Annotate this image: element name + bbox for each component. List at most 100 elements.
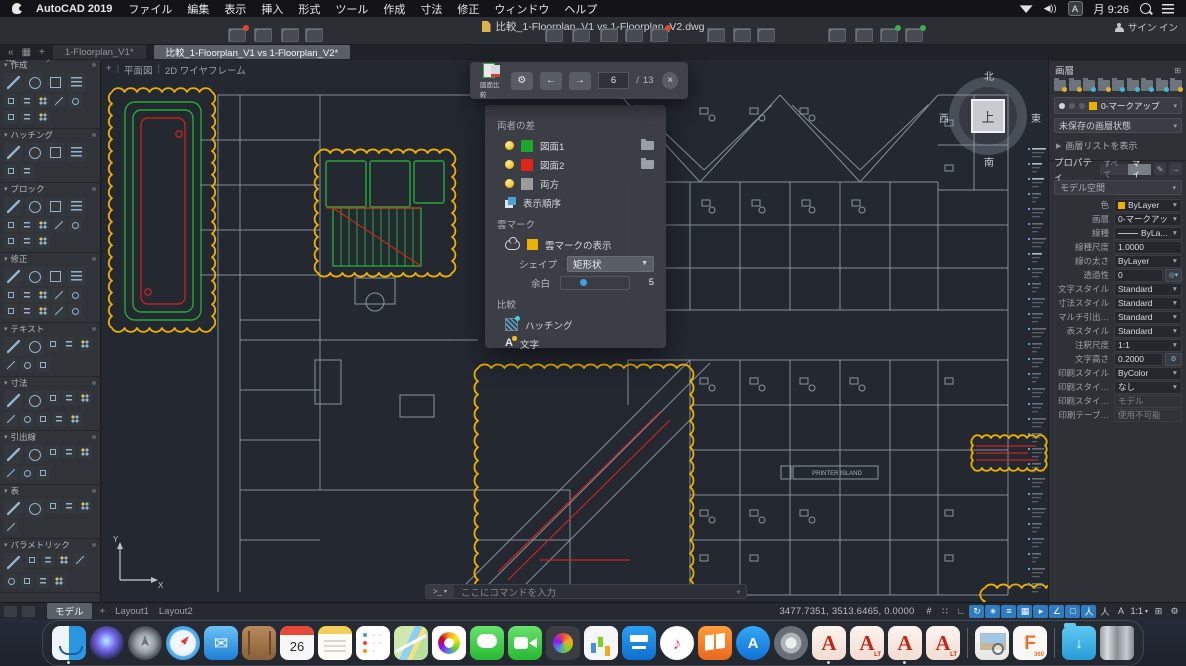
snap-mode-icon[interactable]: ∷ xyxy=(937,605,952,618)
tool-icon[interactable] xyxy=(4,553,23,572)
menu-clock[interactable]: 月 9:26 xyxy=(1094,1,1129,17)
dock-itunes[interactable]: ♪ xyxy=(660,626,694,660)
collapse-tabs-icon[interactable]: « xyxy=(8,47,14,58)
dock-finder[interactable] xyxy=(52,626,86,660)
snap-tracking-icon[interactable]: ≡ xyxy=(1001,605,1016,618)
layout2-tab[interactable]: Layout2 xyxy=(159,606,193,617)
tool-icon[interactable] xyxy=(73,553,87,567)
dock-system-preferences[interactable] xyxy=(774,626,808,660)
tool-icon[interactable] xyxy=(20,466,34,480)
viewcube-east[interactable]: 東 xyxy=(1031,110,1041,125)
dock-maps[interactable] xyxy=(394,626,428,660)
tool-icon[interactable] xyxy=(46,267,65,286)
tool-icon[interactable] xyxy=(46,73,65,92)
property-value-field[interactable]: なし▼ xyxy=(1114,381,1182,394)
annotation-scale-icon[interactable]: A xyxy=(1113,605,1128,618)
layer-tool-icon-0[interactable] xyxy=(1054,80,1066,91)
tool-icon[interactable] xyxy=(52,304,66,318)
layer-tool-icon-8[interactable] xyxy=(1170,80,1182,91)
tool-icon[interactable] xyxy=(46,337,60,351)
dock-calendar[interactable]: 26 xyxy=(280,626,314,660)
space-dropdown[interactable]: モデル空間 ▾ xyxy=(1054,180,1182,195)
layout-list-icon[interactable] xyxy=(22,606,35,617)
layer-on-icon[interactable] xyxy=(1059,103,1065,109)
autoscale-icon[interactable]: 人 xyxy=(1097,605,1112,618)
tool-icon[interactable] xyxy=(67,197,86,216)
drawing2-color-swatch[interactable] xyxy=(521,159,533,171)
menu-item-0[interactable]: ファイル xyxy=(128,1,172,17)
section-header[interactable]: ▾表 xyxy=(0,485,100,497)
markup-edit-icon[interactable] xyxy=(828,28,846,42)
tool-icon[interactable] xyxy=(57,553,71,567)
command-expand-icon[interactable]: + xyxy=(736,587,746,597)
tool-icon[interactable] xyxy=(4,267,23,286)
property-value-field[interactable]: 1:1▼ xyxy=(1114,339,1182,352)
tool-icon[interactable] xyxy=(4,337,23,356)
tool-icon[interactable] xyxy=(4,234,18,248)
tool-icon[interactable] xyxy=(67,143,86,162)
property-value-field[interactable]: 0 xyxy=(1114,269,1163,282)
tool-icon[interactable] xyxy=(20,412,34,426)
print-icon[interactable] xyxy=(254,28,272,42)
menu-item-9[interactable]: ウィンドウ xyxy=(494,1,549,17)
dock-fusion-360[interactable]: F360 xyxy=(1013,626,1047,660)
notification-center-icon[interactable] xyxy=(1162,4,1174,14)
menu-item-5[interactable]: ツール xyxy=(335,1,368,17)
drawing2-row[interactable]: 図面2 xyxy=(497,155,654,174)
property-value-field[interactable]: Standard▼ xyxy=(1114,297,1182,310)
folder-doc-icon[interactable] xyxy=(600,28,618,42)
polar-tracking-icon[interactable]: ↻ xyxy=(969,605,984,618)
tool-icon[interactable] xyxy=(68,412,82,426)
wifi-icon[interactable] xyxy=(1020,4,1033,13)
tool-icon[interactable] xyxy=(4,197,23,216)
visual-style[interactable]: 2D ワイヤフレーム xyxy=(165,63,246,77)
current-layer-dropdown[interactable]: 0-マークアップ ▾ xyxy=(1054,97,1182,114)
tool-icon[interactable] xyxy=(68,288,82,302)
tool-icon[interactable] xyxy=(4,358,18,372)
tool-icon[interactable] xyxy=(4,520,18,534)
app-menu-title[interactable]: AutoCAD 2019 xyxy=(36,3,112,15)
tool-icon[interactable] xyxy=(4,445,23,464)
text-row[interactable]: A 文字 xyxy=(497,334,654,353)
tool-icon[interactable] xyxy=(36,412,50,426)
plot-preview-icon[interactable] xyxy=(228,28,246,42)
menu-item-3[interactable]: 挿入 xyxy=(261,1,283,17)
paste-doc-icon[interactable] xyxy=(572,28,590,42)
dock-contacts[interactable] xyxy=(242,626,276,660)
text-height-options-button[interactable]: ⚙ xyxy=(1165,353,1182,366)
tool-icon[interactable] xyxy=(25,267,44,286)
property-value-field[interactable]: Standard▼ xyxy=(1114,283,1182,296)
section-header[interactable]: ▾寸法 xyxy=(0,377,100,389)
section-header[interactable]: ▾ブロック xyxy=(0,183,100,195)
compare-mode-icon[interactable]: 図面比較 xyxy=(480,63,504,99)
section-header[interactable]: ▾修正 xyxy=(0,253,100,265)
tool-icon[interactable] xyxy=(36,466,50,480)
property-value-field[interactable]: 0-マークアップ▼ xyxy=(1114,213,1182,226)
dock-books[interactable] xyxy=(698,626,732,660)
layout1-tab[interactable]: Layout1 xyxy=(115,606,149,617)
layer-tool-icon-6[interactable] xyxy=(1141,80,1153,91)
viewcube[interactable]: 上 北 南 西 東 xyxy=(945,70,1037,166)
tool-icon[interactable] xyxy=(20,218,34,232)
isolate-objects-icon[interactable]: ⊞ xyxy=(1151,605,1166,618)
command-line[interactable]: >_▾ ここにコマンドを入力 + xyxy=(425,584,747,599)
tool-icon[interactable] xyxy=(52,288,66,302)
section-header[interactable]: ▾テキスト xyxy=(0,323,100,335)
layer-color-swatch[interactable] xyxy=(1089,102,1097,110)
next-change-button[interactable]: → xyxy=(569,72,591,90)
viewcube-top-face[interactable]: 上 xyxy=(971,99,1005,133)
tool-icon[interactable] xyxy=(4,143,23,162)
tool-icon[interactable] xyxy=(4,574,18,588)
viewport-menu[interactable]: + xyxy=(106,63,112,77)
tool-icon[interactable] xyxy=(20,358,34,372)
filter-my-button[interactable]: マイ xyxy=(1128,164,1150,175)
tool-icon[interactable] xyxy=(36,358,50,372)
tool-icon[interactable] xyxy=(62,391,76,405)
property-value-field[interactable]: ByLayer▼ xyxy=(1114,199,1182,212)
both-color-swatch[interactable] xyxy=(521,178,533,190)
tool-icon[interactable] xyxy=(62,337,76,351)
viewcube-south[interactable]: 南 xyxy=(984,154,994,169)
property-value-field[interactable]: 1.0000 xyxy=(1114,241,1182,254)
layer-state-dropdown[interactable]: 未保存の画層状態 ▾ xyxy=(1054,118,1182,133)
layer-lock-icon[interactable] xyxy=(1079,103,1085,109)
